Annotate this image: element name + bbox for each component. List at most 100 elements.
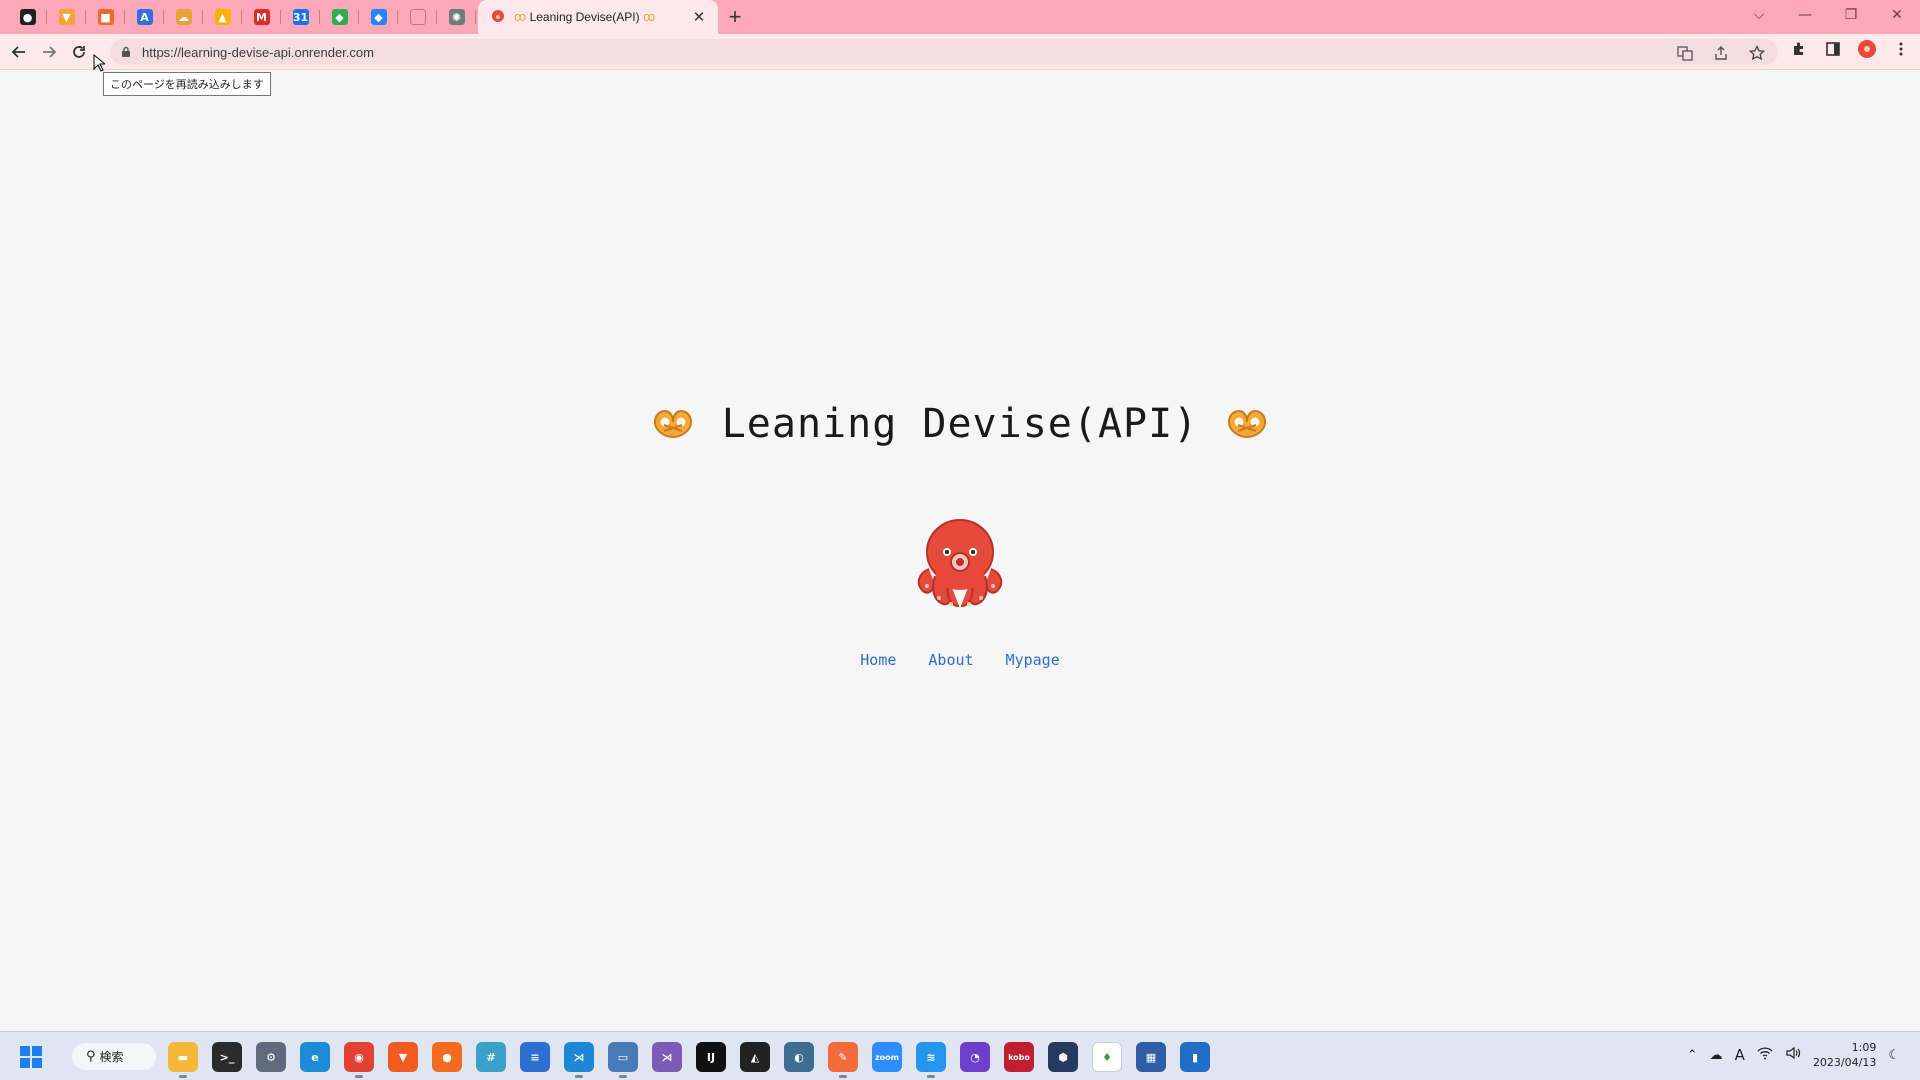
firebase-icon: ▲ [214,9,231,25]
postman-icon[interactable]: ✎ [828,1042,858,1078]
github-desktop-icon[interactable]: ◔ [960,1042,990,1072]
brave-icon[interactable]: ▼ [388,1042,418,1072]
gmail-icon: M [253,9,270,25]
new-tab-button[interactable]: + [718,0,752,34]
pinned-tab[interactable]: M [242,0,281,34]
ime-indicator[interactable]: A [1735,1046,1745,1064]
chrome-icon[interactable]: ◉ [344,1042,374,1078]
forward-button[interactable] [35,38,63,66]
github-icon: ● [19,9,36,25]
mouse-cursor-icon [93,54,105,72]
pinned-tab[interactable]: ▼ [47,0,86,34]
pinned-tab[interactable]: ■ [86,0,125,34]
kobo-icon[interactable]: kobo [1004,1042,1034,1072]
terminal-icon[interactable]: >_ [212,1042,242,1072]
diagram-app-icon[interactable]: ▦ [1136,1042,1166,1072]
pinned-tab[interactable]: ● [8,0,47,34]
url-text: https://learning-devise-api.onrender.com [142,44,374,60]
inkscape-icon[interactable]: ◭ [740,1042,770,1072]
pretzel-icon [653,409,692,439]
extensions-puzzle-icon[interactable] [1788,38,1810,60]
bookmark-star-icon[interactable] [1746,42,1768,64]
side-panel-icon[interactable] [1822,38,1844,60]
reload-button[interactable] [65,38,93,66]
nav-link-mypage[interactable]: Mypage [1006,651,1060,669]
active-tab[interactable]: ꝏ Leaning Devise(API) ꝏ ✕ [478,0,718,34]
slack-icon[interactable]: # [476,1042,506,1072]
notepad-icon[interactable]: ≡ [520,1042,550,1072]
gitlab-icon: ▼ [58,9,75,25]
pretzel-icon: ꝏ [642,10,656,24]
page-heading-row: Leaning Devise(API) [0,401,1920,447]
pinned-tab[interactable]: ◆ [359,0,398,34]
profile-avatar-icon[interactable] [1856,38,1878,60]
back-button[interactable] [5,38,33,66]
maps-icon: ◆ [331,9,348,25]
windows-start-icon[interactable] [20,1046,42,1068]
pretzel-icon [1228,409,1267,439]
focus-moon-icon[interactable]: ☾ [1888,1048,1900,1063]
tab-search-icon[interactable]: ⌵ [1736,7,1782,23]
pinned-tab[interactable]: ☁ [164,0,203,34]
pinned-tab[interactable]: ▲ [203,0,242,34]
pretzel-icon: ꝏ [514,10,527,24]
window-controls: ⌵ — ❐ ✕ [1736,0,1920,30]
taskbar-search-label: 検索 [99,1050,124,1064]
clock[interactable]: 1:09 2023/04/13 [1813,1040,1876,1070]
firefox-icon[interactable]: ● [432,1042,462,1072]
shield-app-icon[interactable]: ⬢ [1048,1042,1078,1072]
wifi-icon[interactable] [1757,1046,1773,1064]
menu-kebab-icon[interactable] [1890,38,1912,60]
active-tab-title: ꝏ Leaning Devise(API) ꝏ [514,10,690,24]
arrow-left-icon [11,45,25,58]
edge-icon[interactable]: e [300,1042,330,1072]
minimize-button[interactable]: — [1782,7,1828,23]
jira-icon: ◆ [370,9,387,25]
close-window-button[interactable]: ✕ [1874,7,1920,23]
taskbar: ⚲ 検索 ▬ >_ ⚙ e ◉ ▼ ● # ≡ ⋊ ▭ ⋊ IJ ◭ ◐ ✎ zoom ≋ ◔ kobo ⬢ ♦ ▦ ▮ ⌃ … [0,1031,1920,1080]
nav-link-home[interactable]: Home [860,651,896,669]
file-explorer-icon[interactable]: ▬ [168,1042,198,1078]
pgadmin-icon[interactable]: ◐ [784,1042,814,1072]
pinned-tab[interactable] [398,0,437,34]
nav-link-about[interactable]: About [928,651,973,669]
tab-title-text: Leaning Devise(API) [529,10,640,24]
system-tray: ⌃ ☁ A 1:09 2023/04/13 ☾ [1687,1040,1900,1070]
arrow-right-icon [43,45,57,58]
chevron-up-icon[interactable]: ⌃ [1687,1048,1698,1063]
pinned-tab[interactable]: A [125,0,164,34]
toolbar-right [1788,38,1912,60]
taskbar-search-button[interactable]: ⚲ 検索 [72,1043,156,1070]
restore-button[interactable]: ❐ [1828,7,1874,23]
lock-icon [122,46,130,57]
remote-desktop-icon[interactable]: ▭ [608,1042,638,1078]
docker-icon[interactable]: ≋ [916,1042,946,1078]
translate-icon[interactable] [1674,42,1696,64]
volume-icon[interactable] [1785,1046,1801,1064]
zoom-icon[interactable]: zoom [872,1042,902,1072]
address-bar[interactable]: https://learning-devise-api.onrender.com [110,39,1778,65]
pinned-tabs: ● ▼ ■ A ☁ ▲ M 31 ◆ ◆ ✺ [0,0,476,34]
visual-studio-icon[interactable]: ⋊ [652,1042,682,1072]
page-content: Leaning Devise(API) Home About Mypage [0,71,1920,1031]
reload-tooltip: このページを再読み込みします [103,72,271,96]
pinned-tab[interactable]: 31 [281,0,320,34]
reload-icon [73,45,85,58]
vscode-icon[interactable]: ⋊ [564,1042,594,1078]
clock-time: 1:09 [1851,1041,1877,1054]
monitor-app-icon[interactable]: ▮ [1180,1042,1210,1072]
tab-strip: ● ▼ ■ A ☁ ▲ M 31 ◆ ◆ ✺ ꝏ Leaning Devise(API) ꝏ ✕ +… [0,0,1920,34]
intellij-icon[interactable]: IJ [696,1042,726,1072]
close-tab-icon[interactable]: ✕ [690,8,708,26]
calendar-icon: 31 [292,9,309,25]
settings-icon[interactable]: ⚙ [256,1042,286,1072]
mongodb-icon[interactable]: ♦ [1092,1042,1122,1072]
onedrive-cloud-icon[interactable]: ☁ [1710,1048,1723,1063]
chatgpt-icon: ✺ [448,9,465,25]
share-icon[interactable] [1710,42,1732,64]
pinned-tab[interactable]: ✺ [437,0,476,34]
cloud-icon: ☁ [175,9,192,25]
clock-date: 2023/04/13 [1812,1056,1877,1069]
search-icon: ⚲ [86,1049,96,1064]
pinned-tab[interactable]: ◆ [320,0,359,34]
